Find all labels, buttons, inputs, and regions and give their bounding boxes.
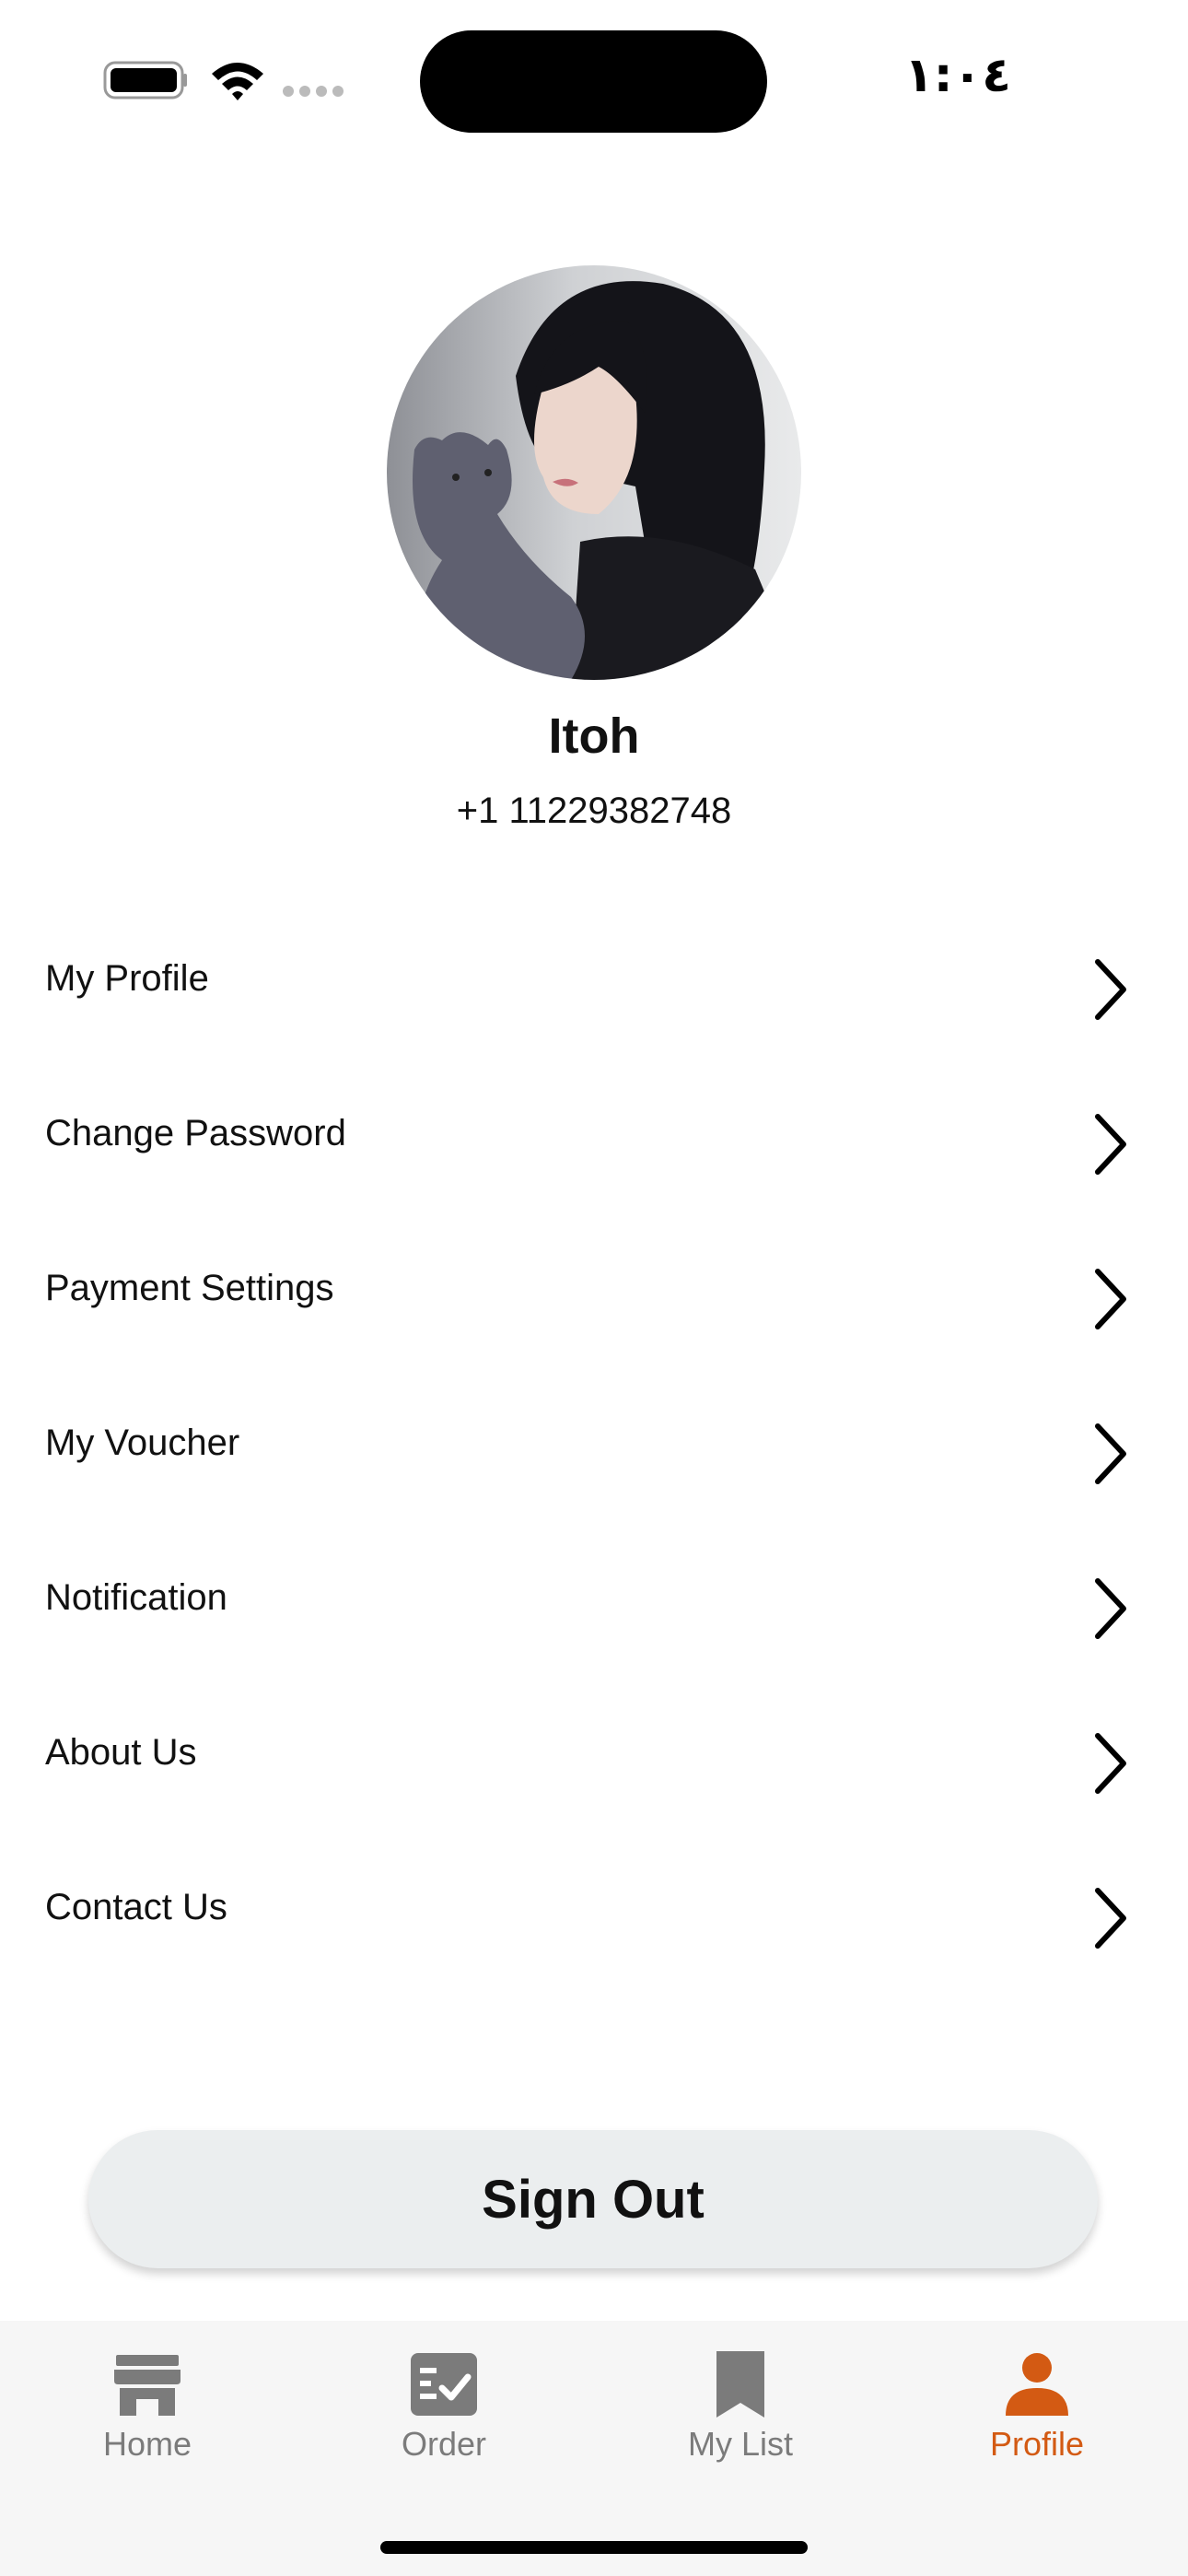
dynamic-island bbox=[420, 30, 767, 133]
status-bar: ١:٠٤ bbox=[0, 0, 1188, 166]
chevron-right-icon bbox=[1095, 1114, 1126, 1175]
tab-label: Profile bbox=[989, 2425, 1085, 2463]
order-list-icon bbox=[411, 2353, 477, 2416]
tab-home[interactable]: Home bbox=[37, 2348, 258, 2476]
bookmark-icon bbox=[716, 2351, 764, 2418]
menu-item-contact-us[interactable]: Contact Us bbox=[0, 1872, 1188, 2027]
tab-order[interactable]: Order bbox=[333, 2348, 554, 2476]
status-time: ١:٠٤ bbox=[903, 48, 1011, 103]
avatar[interactable] bbox=[387, 265, 801, 680]
tab-label: My List bbox=[687, 2425, 793, 2463]
menu-item-label: Notification bbox=[45, 1577, 227, 1618]
home-indicator bbox=[380, 2541, 808, 2554]
chevron-right-icon bbox=[1095, 1423, 1126, 1484]
menu-item-label: Payment Settings bbox=[45, 1268, 334, 1308]
tab-label: Order bbox=[401, 2425, 487, 2463]
user-phone: +1 11229382748 bbox=[456, 790, 732, 831]
tab-profile[interactable]: Profile bbox=[926, 2348, 1147, 2476]
chevron-right-icon bbox=[1095, 1269, 1126, 1329]
sign-out-label: Sign Out bbox=[482, 2169, 705, 2230]
menu-item-my-voucher[interactable]: My Voucher bbox=[0, 1408, 1188, 1563]
menu-item-label: Contact Us bbox=[45, 1887, 227, 1927]
menu-item-my-profile[interactable]: My Profile bbox=[0, 943, 1188, 1098]
menu-item-label: About Us bbox=[45, 1732, 197, 1773]
avatar-photo bbox=[387, 265, 801, 680]
menu-item-change-password[interactable]: Change Password bbox=[0, 1098, 1188, 1253]
chevron-right-icon bbox=[1095, 1888, 1126, 1949]
sign-out-button[interactable]: Sign Out bbox=[88, 2130, 1098, 2268]
wifi-icon bbox=[212, 63, 263, 100]
person-icon bbox=[1006, 2353, 1068, 2416]
chevron-right-icon bbox=[1095, 1733, 1126, 1794]
menu-item-payment-settings[interactable]: Payment Settings bbox=[0, 1253, 1188, 1408]
menu-item-label: Change Password bbox=[45, 1113, 346, 1153]
chevron-right-icon bbox=[1095, 959, 1126, 1020]
menu-item-label: My Profile bbox=[45, 958, 209, 999]
battery-icon bbox=[103, 61, 187, 100]
cellular-signal-icon bbox=[283, 86, 344, 97]
store-icon bbox=[114, 2355, 181, 2416]
menu-item-about-us[interactable]: About Us bbox=[0, 1717, 1188, 1872]
menu-item-notification[interactable]: Notification bbox=[0, 1563, 1188, 1717]
user-name: Itoh bbox=[548, 708, 640, 764]
menu-item-label: My Voucher bbox=[45, 1423, 240, 1463]
chevron-right-icon bbox=[1095, 1578, 1126, 1639]
tab-my-list[interactable]: My List bbox=[630, 2348, 851, 2476]
tab-label: Home bbox=[102, 2425, 192, 2463]
